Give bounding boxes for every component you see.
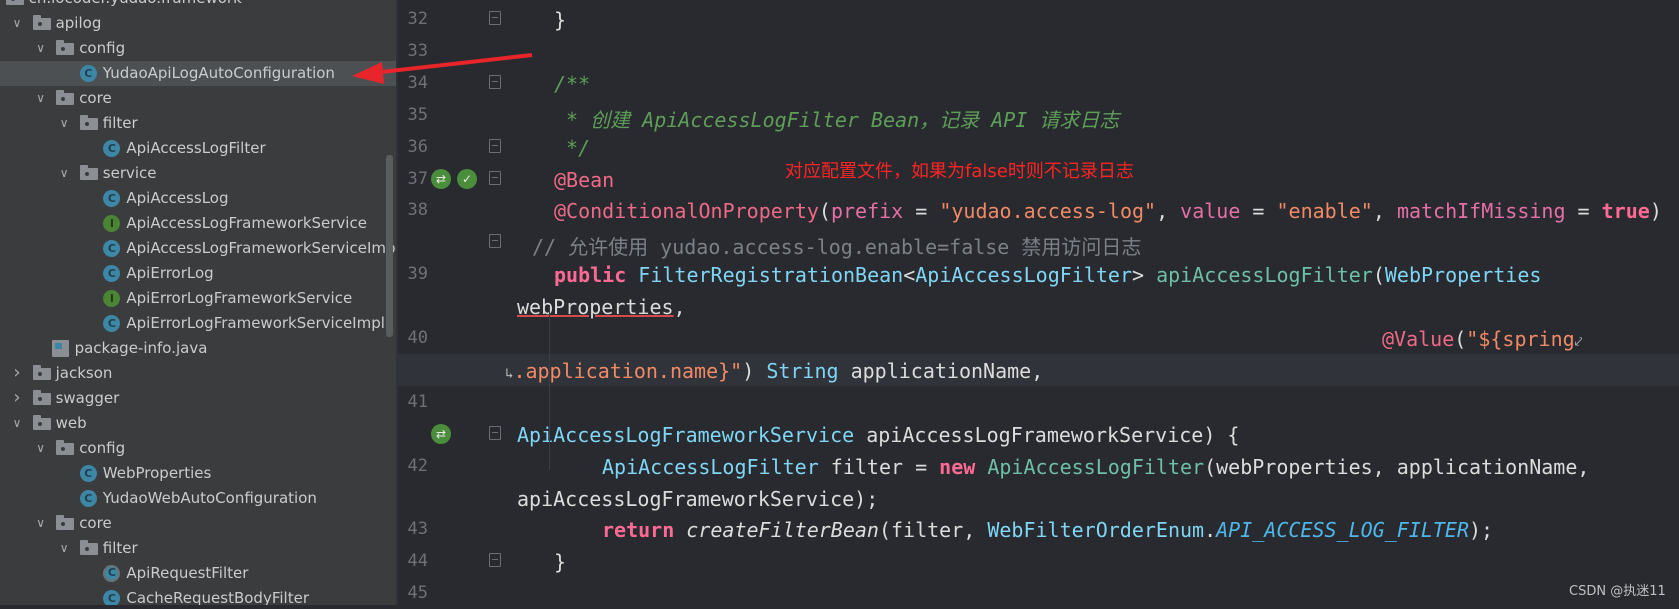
annotation-arrow <box>352 53 533 84</box>
watermark: CSDN @执迷11 <box>1569 584 1666 599</box>
